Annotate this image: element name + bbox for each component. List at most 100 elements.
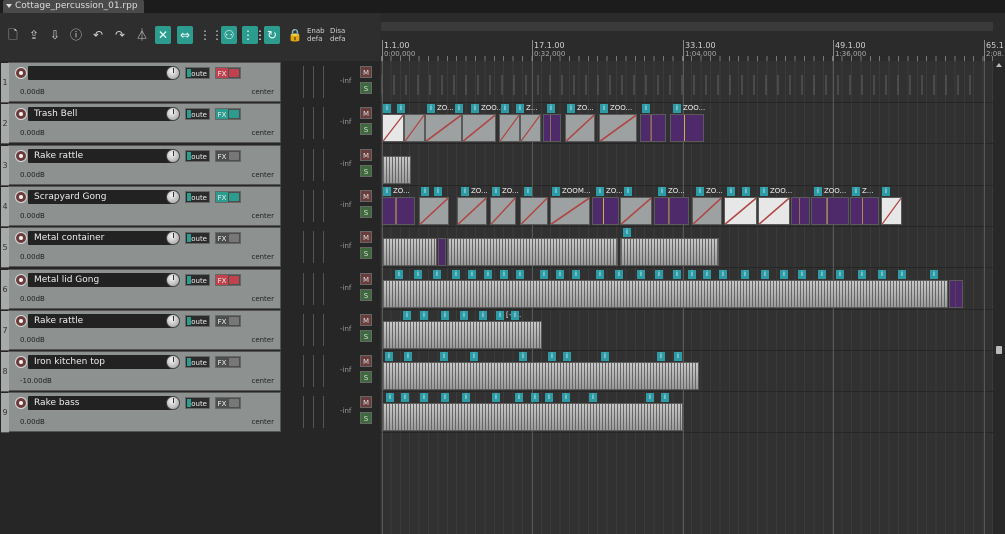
solo-button[interactable]: S [360, 371, 372, 384]
redo-icon[interactable]: ↷ [112, 26, 128, 44]
fx-button[interactable]: FX [215, 314, 241, 327]
media-item[interactable] [654, 196, 689, 225]
track-number[interactable]: 2 [1, 104, 9, 145]
item-info-icon[interactable]: i [540, 269, 548, 279]
route-button[interactable]: Route [185, 232, 210, 245]
ruler-scroll-strip[interactable] [381, 22, 993, 31]
track-8[interactable]: 8 Iron kitchen top Route FX -10.00dB center [1, 351, 281, 393]
track-name-field[interactable]: Metal lid Gong [28, 272, 173, 287]
track-number[interactable]: 5 [1, 228, 9, 269]
item-info-icon[interactable]: i [455, 104, 463, 114]
solo-button[interactable]: S [360, 247, 372, 260]
item-info-icon[interactable]: i [531, 393, 539, 403]
scroll-thumb[interactable] [996, 346, 1002, 354]
media-item[interactable] [520, 114, 541, 143]
item-info-icon[interactable]: i [930, 269, 938, 279]
project-info-icon[interactable]: ⓘ [68, 26, 84, 44]
route-button[interactable]: Route [185, 356, 210, 369]
item-info-icon[interactable]: i [386, 393, 394, 403]
record-arm-button[interactable] [15, 67, 27, 79]
item-info-icon[interactable]: i [397, 104, 405, 114]
route-button[interactable]: Route [185, 149, 210, 162]
save-project-icon[interactable]: ⇩ [47, 26, 63, 44]
record-arm-button[interactable] [15, 397, 27, 410]
route-button[interactable]: Route [185, 314, 210, 327]
fx-button[interactable]: FX [215, 397, 241, 410]
track-7[interactable]: 7 Rake rattle Route FX 0.00dB center [1, 309, 281, 351]
item-info-icon[interactable]: i [818, 269, 826, 279]
track-number[interactable]: 9 [1, 393, 9, 434]
track-name-field[interactable]: Rake rattle [28, 148, 173, 163]
mute-button[interactable]: M [360, 355, 372, 368]
loop-icon[interactable]: ↻ [264, 26, 280, 44]
item-info-icon[interactable]: i [548, 352, 556, 362]
media-item[interactable] [640, 114, 666, 143]
fx-bypass-icon[interactable] [229, 234, 239, 243]
item-info-icon[interactable]: i [470, 352, 478, 362]
media-item[interactable] [520, 196, 548, 225]
item-info-icon[interactable]: i [420, 310, 428, 320]
enable-defaults-label[interactable]: Enab defa [307, 27, 325, 43]
item-info-icon[interactable]: i [395, 269, 403, 279]
route-button[interactable]: Route [185, 273, 210, 286]
item-info-icon[interactable]: i [760, 186, 768, 196]
track-number[interactable]: 4 [1, 186, 9, 227]
record-arm-button[interactable] [15, 314, 27, 327]
item-info-icon[interactable]: i [836, 269, 844, 279]
media-item[interactable] [447, 238, 618, 267]
vertical-scrollbar[interactable] [993, 61, 1005, 534]
item-info-icon[interactable]: i [798, 269, 806, 279]
media-item[interactable] [382, 279, 948, 308]
fx-button[interactable]: FX [215, 108, 241, 121]
item-info-icon[interactable]: i [661, 393, 669, 403]
mute-button[interactable]: M [360, 231, 372, 244]
track-number[interactable]: 6 [1, 269, 9, 310]
track-1[interactable]: 1 Route FX 0.00dB center [1, 62, 281, 103]
fx-bypass-icon[interactable] [229, 110, 239, 119]
item-info-icon[interactable]: i [852, 186, 860, 196]
mute-button[interactable]: M [360, 396, 372, 409]
item-info-icon[interactable]: i [385, 352, 393, 362]
volume-knob[interactable] [166, 148, 180, 163]
mute-button[interactable]: M [360, 107, 372, 120]
item-info-icon[interactable]: i [492, 186, 500, 196]
track-5[interactable]: 5 Metal container Route FX 0.00dB center [1, 227, 281, 269]
track-name-field[interactable]: Metal container [28, 231, 173, 246]
item-info-icon[interactable]: i [658, 186, 666, 196]
media-item[interactable] [382, 403, 683, 432]
solo-button[interactable]: S [360, 82, 372, 94]
record-arm-button[interactable] [15, 273, 27, 286]
item-info-icon[interactable]: i [433, 269, 441, 279]
track-name-field[interactable]: Trash Bell [28, 107, 173, 122]
fx-bypass-icon[interactable] [229, 69, 239, 77]
open-project-icon[interactable]: ⇪ [26, 26, 42, 44]
metronome-icon[interactable]: ⏃ [134, 26, 150, 44]
item-info-icon[interactable]: i [440, 352, 448, 362]
item-info-icon[interactable]: i [600, 104, 608, 114]
track-2[interactable]: 2 Trash Bell Route FX 0.00dB center [1, 103, 281, 145]
record-arm-button[interactable] [15, 356, 27, 369]
tab-menu-icon[interactable] [6, 4, 12, 8]
volume-knob[interactable] [166, 355, 180, 370]
item-info-icon[interactable]: i [719, 269, 727, 279]
route-button[interactable]: Route [185, 67, 210, 79]
item-info-icon[interactable]: i [567, 104, 575, 114]
item-info-icon[interactable]: i [562, 393, 570, 403]
item-info-icon[interactable]: i [741, 269, 749, 279]
volume-knob[interactable] [166, 107, 180, 122]
record-arm-button[interactable] [15, 108, 27, 121]
media-item[interactable] [850, 196, 879, 225]
arrange-view[interactable]: i i i ZO... i i ZOO... i i Z... i i ZO... i ZOO... i i ZO… [381, 61, 993, 534]
item-info-icon[interactable]: i [601, 352, 609, 362]
item-info-icon[interactable]: i [492, 393, 500, 403]
item-info-icon[interactable]: i [596, 186, 604, 196]
grid-icon[interactable]: ⋮⋮ [199, 26, 223, 44]
item-info-icon[interactable]: i [780, 269, 788, 279]
fx-button[interactable]: FX [215, 232, 241, 245]
mute-button[interactable]: M [360, 189, 372, 202]
item-info-icon[interactable]: i [552, 186, 560, 196]
item-info-icon[interactable]: i [383, 186, 391, 196]
scroll-up-icon[interactable] [996, 63, 1002, 67]
item-info-icon[interactable]: i [511, 310, 519, 320]
snap-grid-icon[interactable]: ⋮⋮⋮ [242, 26, 278, 44]
